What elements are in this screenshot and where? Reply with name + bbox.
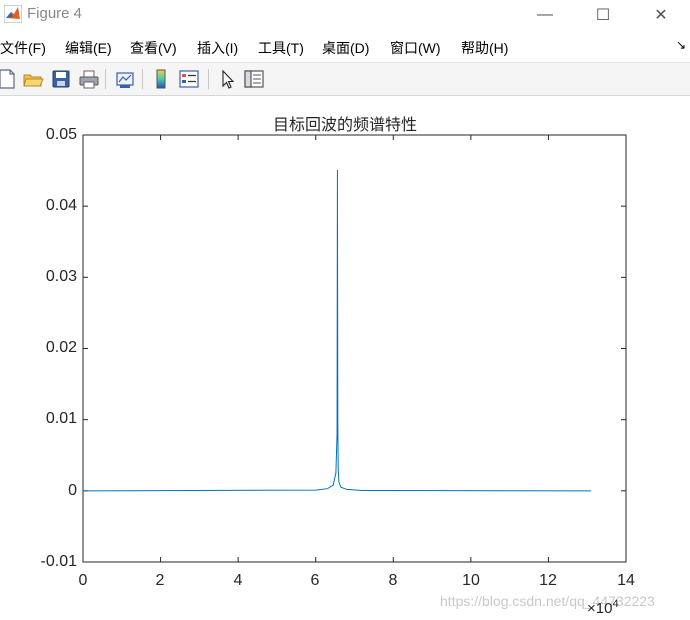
- x-exponent-power: 4: [612, 598, 619, 610]
- y-tick-label: 0.04: [45, 197, 77, 214]
- y-tick-label: -0.01: [40, 553, 77, 570]
- x-exponent-base: ×10: [587, 600, 613, 617]
- y-tick-label: 0.05: [45, 126, 77, 143]
- x-tick-label: 4: [233, 572, 243, 589]
- y-tick-label: 0.02: [45, 339, 77, 356]
- axes-box: [82, 134, 627, 563]
- y-tick-label: 0.01: [45, 410, 77, 427]
- x-tick-label: 12: [539, 572, 557, 589]
- x-tick-label: 6: [310, 572, 320, 589]
- x-tick-label: 2: [155, 572, 165, 589]
- x-axis-exponent: ×104: [587, 598, 619, 617]
- x-tick-label: 14: [617, 572, 635, 589]
- x-tick-label: 8: [388, 572, 398, 589]
- plot-area[interactable]: [0, 0, 690, 620]
- y-tick-label: 0.03: [45, 268, 77, 285]
- y-tick-label: 0: [68, 482, 77, 499]
- x-tick-label: 0: [78, 572, 88, 589]
- watermark-text: https://blog.csdn.net/qq_44732223: [440, 593, 655, 609]
- x-tick-label: 10: [462, 572, 480, 589]
